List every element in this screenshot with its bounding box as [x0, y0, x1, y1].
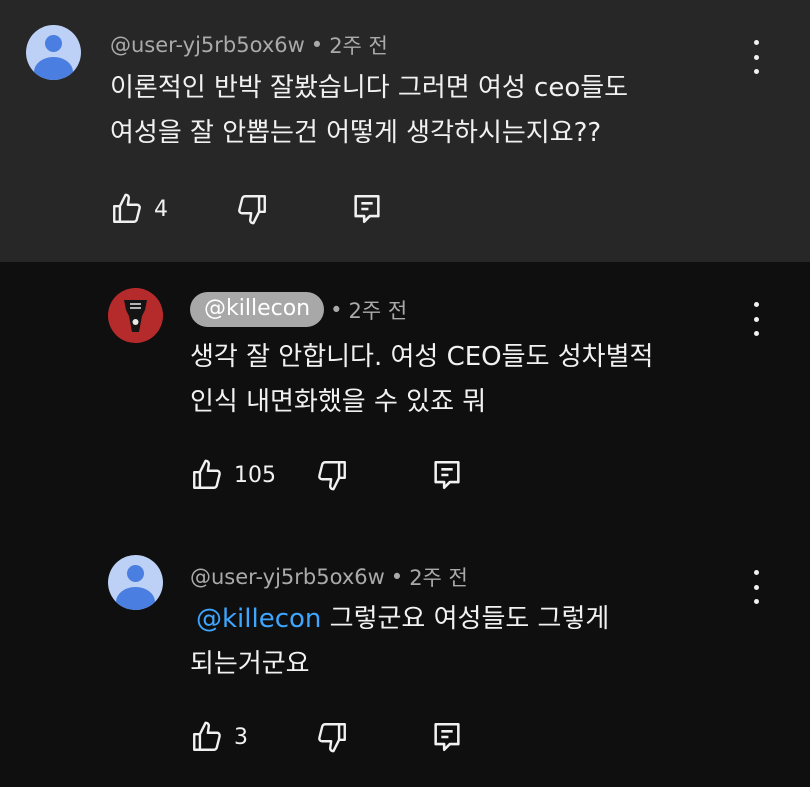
comment-line: 인식 내면화했을 수 있죠 뭐	[190, 387, 487, 417]
mention-link[interactable]: @killecon	[196, 604, 321, 634]
dislike-button[interactable]	[315, 458, 349, 492]
like-count: 4	[154, 196, 168, 222]
thumb-down-icon	[318, 723, 346, 753]
like-count: 105	[234, 462, 276, 488]
thumb-down-icon	[238, 195, 266, 225]
comment-line-text: 그렇군요 여성들도 그렇게	[329, 604, 610, 634]
comment-meta: @killecon • 2주 전	[190, 292, 407, 327]
author-name[interactable]: @user-yj5rb5ox6w	[110, 33, 305, 57]
comment-text: 이론적인 반박 잘봤습니다 그러면 여성 ceo들도 여성을 잘 안뽑는건 어떻…	[110, 66, 628, 156]
comment-time: 2주 전	[409, 566, 468, 590]
comment-item: @user-yj5rb5ox6w • 2주 전 이론적인 반박 잘봤습니다 그러…	[0, 0, 810, 262]
comment-actions: 105	[190, 458, 490, 498]
thumb-down-icon	[318, 461, 346, 491]
like-button[interactable]: 3	[190, 720, 248, 754]
comment-line: 이론적인 반박 잘봤습니다 그러면 여성 ceo들도	[110, 73, 629, 103]
comment-time: 2주 전	[348, 298, 408, 323]
thumb-up-icon	[193, 721, 221, 751]
reply-item: @user-yj5rb5ox6w • 2주 전 @killecon 그렇군요 여…	[0, 524, 810, 787]
reply-button[interactable]	[430, 458, 464, 492]
like-count: 3	[234, 724, 248, 750]
thumb-up-icon	[113, 193, 141, 223]
default-avatar-icon[interactable]	[108, 555, 163, 610]
author-name[interactable]: @user-yj5rb5ox6w	[190, 565, 385, 589]
creator-handle-chip[interactable]: @killecon	[190, 292, 325, 327]
like-button[interactable]: 105	[190, 458, 276, 492]
comment-line: 되는거군요	[190, 649, 310, 679]
comment-actions: 4	[110, 192, 410, 232]
more-vertical-icon[interactable]	[751, 302, 761, 336]
reply-icon	[434, 460, 460, 490]
like-button[interactable]: 4	[110, 192, 168, 226]
comment-text: 생각 잘 안합니다. 여성 CEO들도 성차별적 인식 내면화했을 수 있죠 뭐	[190, 335, 653, 425]
comment-time: 2주 전	[329, 34, 388, 58]
dislike-button[interactable]	[315, 720, 349, 754]
separator-dot: •	[310, 33, 324, 57]
separator-dot: •	[330, 297, 343, 322]
reply-item: @killecon • 2주 전 생각 잘 안합니다. 여성 CEO들도 성차별…	[0, 262, 810, 524]
comment-meta: @user-yj5rb5ox6w • 2주 전	[110, 30, 388, 60]
comment-actions: 3	[190, 720, 490, 760]
separator-dot: •	[390, 565, 404, 589]
comment-line: @killecon 그렇군요 여성들도 그렇게	[196, 597, 609, 642]
reply-icon	[354, 194, 380, 224]
more-vertical-icon[interactable]	[751, 570, 761, 604]
reply-icon	[434, 722, 460, 752]
comment-meta: @user-yj5rb5ox6w • 2주 전	[190, 562, 468, 592]
comment-text: @killecon 그렇군요 여성들도 그렇게 되는거군요	[190, 597, 609, 687]
more-vertical-icon[interactable]	[751, 40, 761, 74]
default-avatar-icon[interactable]	[26, 25, 81, 80]
reply-button[interactable]	[350, 192, 384, 226]
dislike-button[interactable]	[235, 192, 269, 226]
channel-avatar-icon[interactable]	[108, 288, 163, 343]
comment-line: 생각 잘 안합니다. 여성 CEO들도 성차별적	[190, 342, 654, 372]
comment-line: 여성을 잘 안뽑는건 어떻게 생각하시는지요??	[110, 118, 602, 148]
thumb-up-icon	[193, 459, 221, 489]
reply-button[interactable]	[430, 720, 464, 754]
